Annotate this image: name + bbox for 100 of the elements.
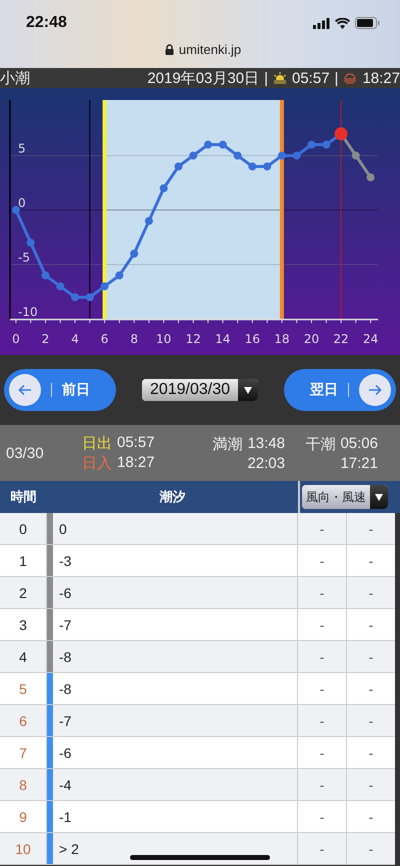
data-point	[144, 216, 153, 225]
data-point	[12, 206, 20, 214]
tide-cell: -8	[53, 641, 298, 672]
wind-speed-cell-text: -	[368, 648, 374, 666]
sunrise-time: 05:57	[292, 70, 330, 86]
x-tick-label: 22	[333, 332, 349, 346]
next-day-button[interactable]: 翌日	[284, 369, 396, 411]
data-point	[308, 140, 316, 149]
x-tick-label: 16	[244, 332, 260, 346]
date-select[interactable]: 2019/03/30	[142, 379, 258, 401]
wind-direction-cell: -	[298, 833, 347, 864]
wind-speed-cell-text: -	[368, 616, 374, 634]
data-point	[263, 162, 272, 170]
data-point	[100, 282, 109, 290]
data-point	[115, 271, 124, 280]
tide-name: 小潮	[0, 68, 31, 88]
wind-direction-cell: -	[298, 769, 347, 800]
wind-speed-cell-text: -	[368, 776, 374, 794]
x-tick-label: 8	[130, 332, 138, 346]
wind-direction-cell: -	[298, 673, 347, 704]
current-point	[334, 127, 348, 140]
data-point	[174, 162, 182, 170]
high-tide-label: 満潮	[212, 434, 242, 454]
sunrise-icon	[273, 71, 287, 85]
y-tick-label: 0	[18, 196, 26, 210]
battery-icon	[355, 17, 380, 29]
separator: |	[334, 70, 338, 86]
wind-speed-cell-text: -	[368, 680, 374, 698]
low-tide-time: 17:21	[340, 454, 378, 472]
lock-icon	[164, 44, 174, 55]
wind-direction-cell: -	[298, 737, 347, 768]
data-point	[26, 238, 35, 247]
high-tide-time: 22:03	[247, 454, 285, 472]
wind-direction-cell: -	[298, 577, 347, 608]
data-point	[130, 250, 138, 258]
x-tick-label: 6	[100, 332, 108, 346]
tide-cell: 0	[53, 513, 298, 544]
wind-speed-cell-text: -	[368, 840, 374, 858]
tide-cell: -4	[53, 769, 298, 800]
signal-icon	[313, 18, 330, 28]
x-tick-label: 14	[215, 332, 230, 346]
low-tide-label: 干潮	[305, 434, 336, 454]
data-point	[278, 152, 286, 160]
data-point	[248, 162, 256, 170]
low-tide-time: 05:06	[340, 434, 378, 454]
caret-icon	[244, 386, 252, 394]
left-arrow-icon	[18, 384, 32, 396]
date-label: 03/30	[6, 444, 45, 462]
wind-select[interactable]: 風向・風速	[302, 485, 388, 509]
data-point	[234, 152, 242, 160]
column-header: 潮汐	[158, 488, 186, 506]
sunset-time: 18:27	[117, 454, 155, 472]
sunrise-label: 日出	[82, 434, 112, 452]
wind-direction-cell: -	[298, 801, 347, 832]
wind-direction-cell: -	[298, 545, 347, 576]
wind-speed-cell-text: -	[368, 552, 374, 570]
home-indicator[interactable]	[130, 855, 270, 860]
column-header: 時間	[10, 488, 38, 506]
data-point	[189, 152, 198, 160]
separator: |	[264, 70, 268, 86]
x-tick-label: 24	[362, 332, 378, 346]
sunrise-time: 05:57	[117, 434, 155, 452]
x-tick-label: 10	[156, 332, 172, 346]
date-text: 2019年03月30日	[147, 68, 260, 88]
right-arrow-icon	[368, 384, 382, 396]
data-point	[71, 293, 80, 302]
y-tick-label: -5	[18, 250, 30, 265]
wind-speed-cell-text: -	[368, 744, 374, 762]
wind-speed-cell-text: -	[368, 712, 374, 730]
caret-icon	[375, 494, 383, 500]
x-tick-label: 2	[42, 332, 50, 346]
data-point	[41, 271, 50, 280]
sunset-icon	[343, 71, 358, 85]
wind-direction-cell: -	[298, 641, 347, 672]
data-point	[204, 140, 212, 149]
tide-cell: -6	[53, 577, 298, 608]
x-tick-label: 20	[304, 332, 320, 346]
wind-direction-cell: -	[298, 705, 347, 736]
sunset-label: 日入	[82, 454, 112, 472]
data-point	[292, 152, 301, 160]
wind-direction-cell: -	[298, 513, 347, 544]
previous-day-button[interactable]: 前日	[4, 369, 116, 411]
tide-cell: -1	[53, 801, 298, 832]
tide-cell: -6	[53, 737, 298, 768]
wind-direction-cell: -	[298, 609, 347, 640]
data-point	[322, 140, 330, 149]
wind-speed-cell-text: -	[368, 808, 374, 826]
url-text[interactable]: umitenki.jp	[178, 42, 242, 57]
tide-cell: -8	[53, 673, 298, 704]
wind-speed-cell-text: -	[368, 520, 374, 538]
x-tick-label: 0	[12, 332, 20, 346]
tide-cell: -3	[53, 545, 298, 576]
wind-speed-cell-text: -	[368, 584, 374, 602]
y-tick-label: 5	[18, 142, 26, 156]
data-point	[56, 282, 64, 290]
data-point	[160, 184, 168, 192]
data-point	[352, 152, 360, 160]
tide-cell: -7	[53, 609, 298, 640]
y-tick-label: -10	[18, 305, 38, 319]
x-tick-label: 18	[274, 332, 290, 346]
